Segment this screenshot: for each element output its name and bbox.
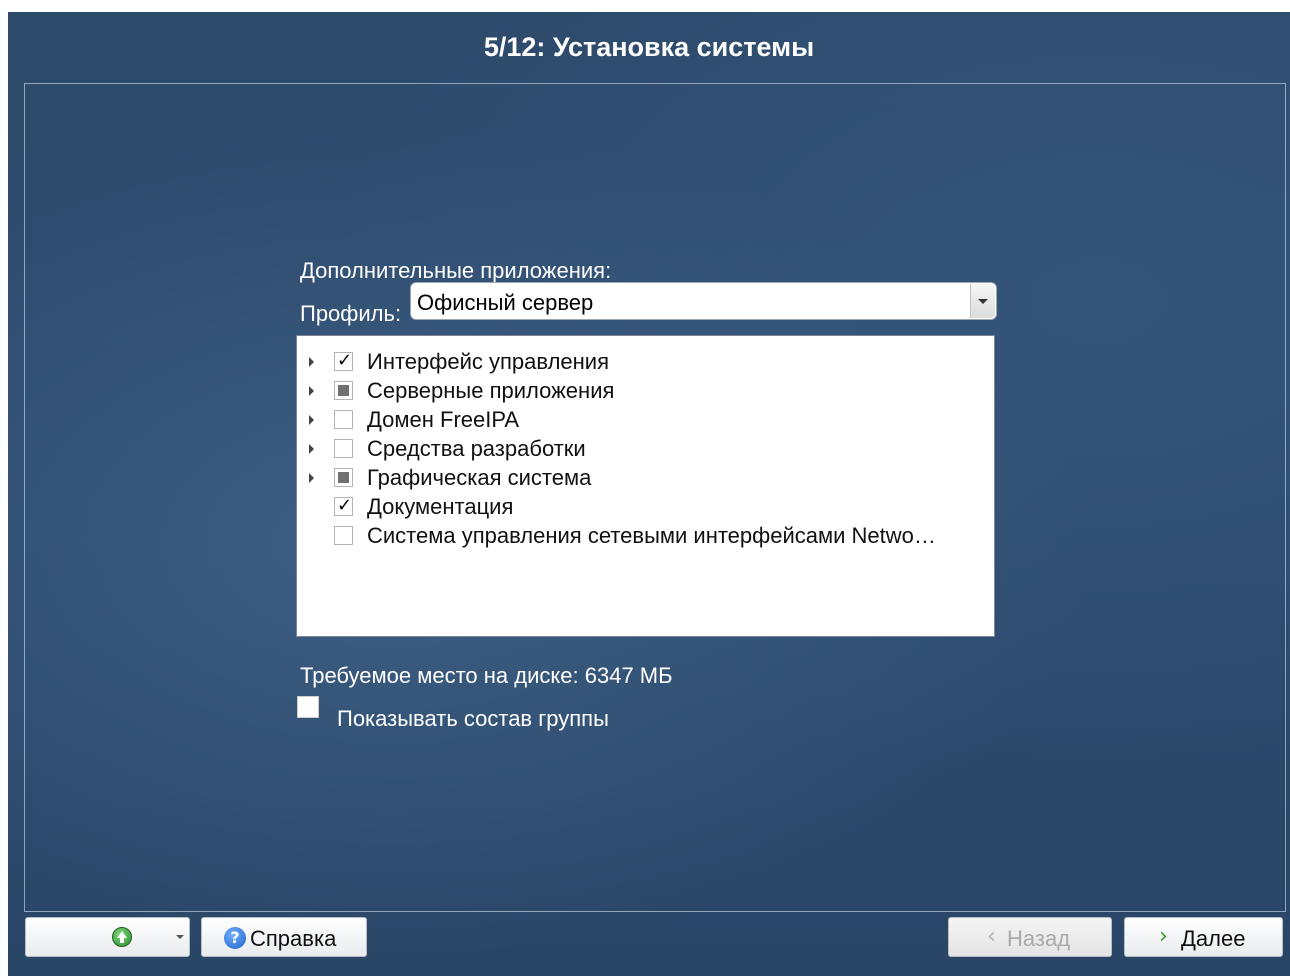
list-item[interactable]: Интерфейс управления: [297, 348, 994, 377]
chevron-left-icon: ‹: [987, 924, 996, 949]
group-label: Графическая система: [367, 465, 592, 490]
help-button[interactable]: ? Справка: [201, 917, 367, 957]
up-menu-button[interactable]: [25, 917, 190, 957]
list-item[interactable]: Система управления сетевыми интерфейсами…: [297, 522, 994, 551]
expand-arrow-icon[interactable]: [309, 473, 314, 483]
back-button-label: Назад: [1007, 926, 1071, 951]
list-item[interactable]: Средства разработки: [297, 435, 994, 464]
expand-arrow-icon[interactable]: [309, 415, 314, 425]
show-group-checkbox[interactable]: [297, 696, 319, 718]
group-label: Домен FreeIPA: [367, 407, 520, 432]
group-label: Документация: [367, 494, 514, 519]
help-icon: ?: [224, 927, 246, 949]
chevron-right-icon: ›: [1159, 924, 1168, 949]
list-item[interactable]: Серверные приложения: [297, 377, 994, 406]
show-group-label: Показывать состав группы: [337, 706, 609, 731]
next-button-label: Далее: [1181, 926, 1246, 951]
back-button[interactable]: ‹ Назад: [948, 917, 1112, 957]
package-group-list[interactable]: Интерфейс управления Серверные приложени…: [296, 335, 995, 637]
disk-space-text: Требуемое место на диске: 6347 МБ: [300, 663, 673, 688]
group-label: Средства разработки: [367, 436, 586, 461]
profile-select[interactable]: Офисный сервер: [410, 282, 997, 320]
group-checkbox[interactable]: [334, 468, 353, 487]
profile-label: Профиль:: [300, 301, 402, 326]
list-item[interactable]: Графическая система: [297, 464, 994, 493]
group-checkbox[interactable]: [334, 381, 353, 400]
chevron-down-icon: [978, 299, 988, 304]
expand-arrow-icon[interactable]: [309, 444, 314, 454]
up-arrow-icon: [112, 927, 132, 947]
chevron-down-icon[interactable]: [176, 935, 184, 939]
group-checkbox[interactable]: [334, 495, 353, 516]
profile-select-value: Офисный сервер: [417, 290, 594, 315]
profile-dropdown-button[interactable]: [970, 284, 995, 318]
list-item[interactable]: Документация: [297, 493, 994, 522]
group-label: Серверные приложения: [367, 378, 615, 403]
group-checkbox[interactable]: [334, 526, 353, 545]
group-checkbox[interactable]: [334, 439, 353, 458]
section-heading: Дополнительные приложения:: [300, 258, 612, 283]
group-checkbox[interactable]: [334, 410, 353, 429]
help-button-label: Справка: [250, 926, 337, 951]
expand-arrow-icon[interactable]: [309, 357, 314, 367]
group-label: Система управления сетевыми интерфейсами…: [367, 523, 936, 548]
group-checkbox[interactable]: [334, 350, 353, 371]
next-button[interactable]: › Далее: [1124, 917, 1283, 957]
list-item[interactable]: Домен FreeIPA: [297, 406, 994, 435]
group-label: Интерфейс управления: [367, 349, 609, 374]
page-title: 5/12: Установка системы: [483, 32, 815, 62]
expand-arrow-icon[interactable]: [309, 386, 314, 396]
